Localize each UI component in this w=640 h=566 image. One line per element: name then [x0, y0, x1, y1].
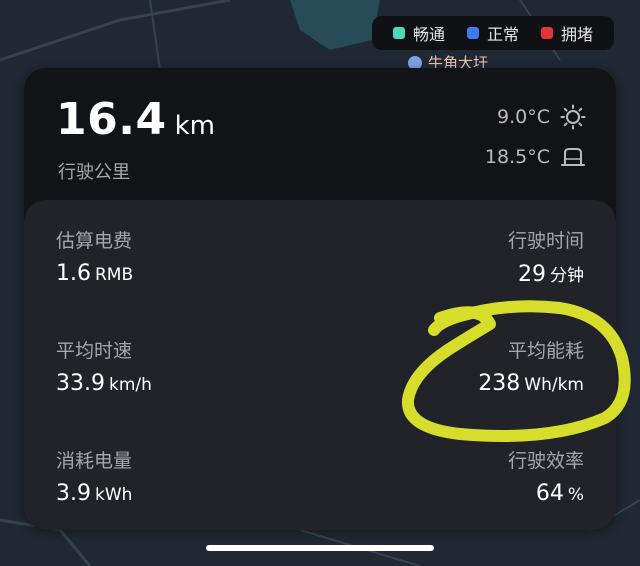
drive-time-readout: 29 分钟: [508, 261, 584, 287]
energy-used-label: 消耗电量: [56, 450, 133, 472]
estimated-cost-value: 1.6: [56, 261, 91, 286]
legend-item-smooth: 畅通: [392, 21, 445, 45]
average-consumption-unit: Wh/km: [524, 375, 584, 395]
drive-time-label: 行驶时间: [507, 230, 584, 252]
legend-item-congested: 拥堵: [540, 21, 593, 45]
average-consumption-value: 238: [478, 371, 521, 396]
cabin-temp-value: 18.5°C: [484, 146, 550, 168]
traffic-legend: 畅通 正常 拥堵: [372, 16, 614, 50]
drive-time-unit: 分钟: [550, 266, 584, 286]
drive-time-value: 29: [518, 262, 546, 287]
distance-label: 行驶公里: [58, 162, 130, 183]
drive-efficiency-label: 行驶效率: [507, 450, 584, 472]
legend-label-smooth: 畅通: [412, 25, 445, 44]
estimated-cost-readout: 1.6 RMB: [56, 261, 133, 286]
legend-item-normal: 正常: [466, 21, 519, 45]
energy-used-readout: 3.9 kWh: [56, 481, 132, 506]
drive-efficiency-value: 64: [535, 481, 564, 506]
stat-energy-used: 消耗电量 3.9 kWh: [56, 446, 132, 506]
average-consumption-readout: 238 Wh/km: [478, 371, 584, 396]
average-speed-value: 33.9: [56, 371, 105, 396]
trip-header: 16.4 km 行驶公里 9.0°C 18.5°C: [24, 68, 616, 198]
legend-label-congested: 拥堵: [560, 25, 593, 44]
distance-unit: km: [174, 111, 215, 141]
trip-stats-panel: 估算电费 1.6 RMB 行驶时间 29 分钟 平均时速 33.9 km/h 平均能耗…: [24, 200, 616, 530]
estimated-cost-label: 估算电费: [56, 230, 133, 252]
estimated-cost-unit: RMB: [95, 265, 134, 285]
average-speed-unit: km/h: [108, 375, 152, 395]
home-indicator[interactable]: [206, 545, 434, 551]
trip-summary-card: 16.4 km 行驶公里 9.0°C 18.5°C 估算电费 1.6 RMB 行…: [24, 68, 616, 530]
drive-efficiency-unit: %: [567, 485, 584, 505]
legend-swatch-smooth: [392, 27, 405, 39]
stat-drive-efficiency: 行驶效率 64%: [508, 446, 584, 506]
outside-temperature: 9.0°C: [497, 104, 586, 130]
stat-average-speed: 平均时速 33.9 km/h: [56, 336, 152, 396]
energy-used-value: 3.9: [56, 481, 91, 506]
outside-temp-value: 9.0°C: [497, 106, 550, 128]
legend-swatch-normal: [466, 27, 479, 39]
legend-swatch-congested: [540, 27, 553, 39]
stat-average-consumption: 平均能耗 238 Wh/km: [478, 336, 584, 396]
sun-icon: [560, 104, 586, 130]
distance-value: 16.4: [56, 94, 167, 145]
energy-used-unit: kWh: [95, 485, 133, 505]
drive-efficiency-readout: 64%: [508, 481, 584, 506]
stat-drive-time: 行驶时间 29 分钟: [508, 226, 584, 287]
distance-readout: 16.4 km: [56, 94, 215, 145]
average-speed-readout: 33.9 km/h: [56, 371, 152, 396]
stat-estimated-cost: 估算电费 1.6 RMB: [56, 226, 133, 286]
cabin-temperature: 18.5°C: [485, 144, 586, 170]
average-consumption-label: 平均能耗: [507, 340, 584, 362]
average-speed-label: 平均时速: [56, 340, 133, 362]
car-seat-icon: [561, 148, 585, 166]
legend-label-normal: 正常: [486, 25, 519, 44]
